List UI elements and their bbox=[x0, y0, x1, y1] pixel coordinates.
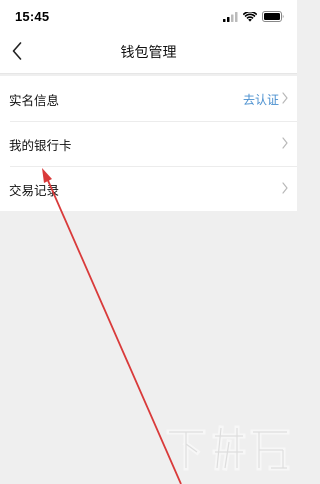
chevron-right-icon bbox=[282, 182, 288, 194]
battery-icon bbox=[262, 11, 284, 22]
navigation-bar: 钱包管理 bbox=[0, 28, 297, 74]
page-title: 钱包管理 bbox=[120, 45, 177, 61]
chevron-right-icon bbox=[282, 92, 288, 104]
status-bar: 15:45 bbox=[0, 0, 297, 28]
menu-item-label: 我的银行卡 bbox=[9, 138, 72, 153]
status-icons bbox=[223, 10, 285, 22]
wallet-menu-list: 实名信息 去认证 我的银行卡 交易记录 bbox=[0, 76, 297, 211]
chevron-right-icon bbox=[282, 137, 288, 149]
wifi-icon bbox=[243, 12, 257, 22]
menu-item-transaction-records[interactable]: 交易记录 bbox=[0, 166, 297, 211]
menu-item-real-name-info[interactable]: 实名信息 去认证 bbox=[0, 76, 297, 121]
menu-item-label: 交易记录 bbox=[9, 183, 60, 198]
menu-item-bank-cards[interactable]: 我的银行卡 bbox=[0, 121, 297, 166]
watermark-logo bbox=[166, 425, 290, 471]
menu-item-label: 实名信息 bbox=[9, 93, 60, 108]
status-time: 15:45 bbox=[15, 9, 50, 24]
signal-icon bbox=[223, 12, 238, 22]
verify-status-link[interactable]: 去认证 bbox=[243, 91, 279, 108]
